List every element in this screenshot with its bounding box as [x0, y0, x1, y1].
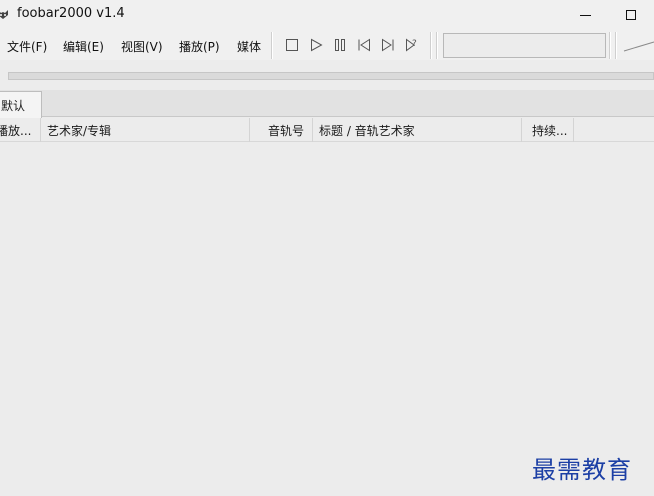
- tab-label: 默认: [1, 99, 26, 113]
- play-button[interactable]: [308, 37, 324, 53]
- random-icon: ?: [406, 38, 417, 52]
- playlist-view[interactable]: [0, 143, 654, 496]
- column-duration[interactable]: 持续...: [522, 118, 574, 142]
- random-button[interactable]: ?: [404, 37, 420, 53]
- minimize-button[interactable]: [562, 0, 608, 30]
- seek-bar[interactable]: [8, 72, 654, 80]
- column-track-number[interactable]: 音轨号: [250, 118, 313, 142]
- menu-edit[interactable]: 编辑(E): [63, 38, 104, 55]
- column-label: 艺术家/专辑: [47, 124, 112, 138]
- maximize-icon: [626, 10, 636, 20]
- column-title-track-artist[interactable]: 标题 / 音轨艺术家: [313, 118, 522, 142]
- previous-button[interactable]: [356, 37, 372, 53]
- playlist-tabs: 默认: [0, 90, 654, 118]
- stop-icon: [286, 39, 298, 51]
- next-button[interactable]: [380, 37, 396, 53]
- column-label: 持续...: [532, 124, 568, 138]
- playlist-column-header: 播放... 艺术家/专辑 音轨号 标题 / 音轨艺术家 持续...: [0, 118, 654, 142]
- toolbar-separator: [609, 32, 611, 59]
- window-title: foobar2000 v1.4: [17, 6, 125, 21]
- playback-status-box: [443, 33, 606, 58]
- toolbar-separator: [615, 32, 617, 59]
- stop-button[interactable]: [284, 37, 300, 53]
- watermark-text: 最需教育: [532, 456, 632, 484]
- title-bar: foobar2000 v1.4: [0, 0, 654, 30]
- foobar-raccoon-icon: [0, 10, 8, 19]
- tab-default[interactable]: 默认: [0, 91, 42, 118]
- svg-text:?: ?: [412, 39, 417, 49]
- previous-icon: [358, 38, 370, 52]
- column-playing[interactable]: 播放...: [0, 118, 41, 142]
- toolbar-separator: [271, 32, 273, 59]
- maximize-button[interactable]: [608, 0, 654, 30]
- toolbar-separator: [436, 32, 438, 59]
- volume-slider[interactable]: [622, 38, 654, 54]
- pause-button[interactable]: [332, 37, 348, 53]
- minimize-icon: [579, 14, 591, 16]
- play-icon: [311, 38, 323, 52]
- column-artist-album[interactable]: 艺术家/专辑: [41, 118, 250, 142]
- menu-view[interactable]: 视图(V): [121, 38, 163, 55]
- toolbar-separator: [430, 32, 432, 59]
- menu-playback[interactable]: 播放(P): [179, 38, 220, 55]
- column-label: 标题 / 音轨艺术家: [319, 124, 415, 138]
- next-icon: [382, 38, 394, 52]
- menu-library[interactable]: 媒体: [237, 38, 261, 55]
- column-label: 音轨号: [268, 124, 305, 138]
- column-label: 播放...: [0, 124, 32, 138]
- menu-file[interactable]: 文件(F): [7, 38, 47, 55]
- pause-icon: [335, 39, 345, 51]
